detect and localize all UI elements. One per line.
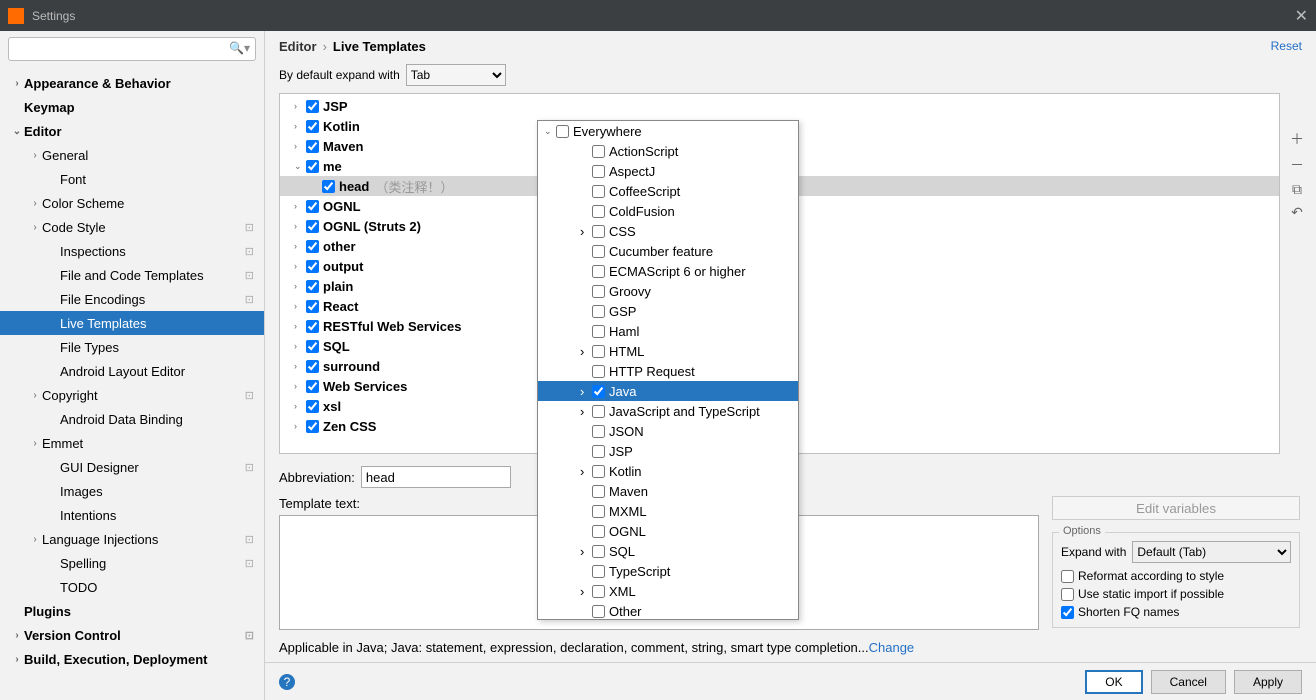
popup-item[interactable]: TypeScript bbox=[538, 561, 798, 581]
popup-item[interactable]: ›HTML bbox=[538, 341, 798, 361]
close-icon[interactable]: ✕ bbox=[1295, 6, 1308, 26]
sidebar-item[interactable]: Android Data Binding bbox=[0, 407, 264, 431]
search-input[interactable] bbox=[8, 37, 256, 61]
abbreviation-label: Abbreviation: bbox=[279, 470, 355, 485]
breadcrumb-sep: › bbox=[323, 39, 327, 54]
settings-sidebar: 🔍▾ ›Appearance & BehaviorKeymap⌄Editor›G… bbox=[0, 31, 265, 700]
reformat-checkbox[interactable] bbox=[1061, 570, 1074, 583]
popup-item[interactable]: ColdFusion bbox=[538, 201, 798, 221]
expand-with-select[interactable]: Default (Tab) bbox=[1132, 541, 1291, 563]
popup-item[interactable]: OGNL bbox=[538, 521, 798, 541]
footer: OK Cancel Apply bbox=[265, 662, 1316, 700]
everywhere-checkbox[interactable] bbox=[556, 125, 569, 138]
apply-button[interactable]: Apply bbox=[1234, 670, 1302, 694]
sidebar-item[interactable]: TODO bbox=[0, 575, 264, 599]
add-icon[interactable]: ＋ bbox=[1290, 129, 1304, 149]
sidebar-item[interactable]: ›Color Scheme bbox=[0, 191, 264, 215]
popup-item[interactable]: ›SQL bbox=[538, 541, 798, 561]
change-link[interactable]: Change bbox=[869, 640, 915, 655]
shorten-fq-checkbox[interactable] bbox=[1061, 606, 1074, 619]
chevron-down-icon: ⌄ bbox=[544, 126, 554, 137]
popup-item[interactable]: ›XML bbox=[538, 581, 798, 601]
popup-item[interactable]: ›Java bbox=[538, 381, 798, 401]
window-title: Settings bbox=[32, 9, 1295, 23]
popup-item[interactable]: Groovy bbox=[538, 281, 798, 301]
abbreviation-input[interactable] bbox=[361, 466, 511, 488]
app-icon bbox=[8, 8, 24, 24]
sidebar-item[interactable]: ›General bbox=[0, 143, 264, 167]
copy-icon[interactable]: ⧉ bbox=[1292, 181, 1302, 198]
expand-select[interactable]: Tab bbox=[406, 64, 506, 86]
sidebar-item[interactable]: GUI Designer⊡ bbox=[0, 455, 264, 479]
sidebar-item[interactable]: Images bbox=[0, 479, 264, 503]
breadcrumb-live-templates: Live Templates bbox=[333, 39, 426, 54]
edit-variables-button[interactable]: Edit variables bbox=[1052, 496, 1300, 520]
popup-item[interactable]: GSP bbox=[538, 301, 798, 321]
expand-label: By default expand with bbox=[279, 68, 400, 82]
applicable-text: Applicable in Java; Java: statement, exp… bbox=[279, 640, 869, 655]
popup-item[interactable]: ›CSS bbox=[538, 221, 798, 241]
sidebar-item[interactable]: Font bbox=[0, 167, 264, 191]
popup-item[interactable]: JSP bbox=[538, 441, 798, 461]
popup-item[interactable]: Maven bbox=[538, 481, 798, 501]
expand-row: By default expand with Tab bbox=[265, 61, 1316, 89]
popup-item[interactable]: HTTP Request bbox=[538, 361, 798, 381]
popup-item[interactable]: ›Kotlin bbox=[538, 461, 798, 481]
sidebar-item[interactable]: ›Code Style⊡ bbox=[0, 215, 264, 239]
context-popup[interactable]: ⌄ Everywhere ActionScriptAspectJCoffeeSc… bbox=[537, 120, 799, 620]
sidebar-item[interactable]: Intentions bbox=[0, 503, 264, 527]
sidebar-item[interactable]: File Types bbox=[0, 335, 264, 359]
popup-item[interactable]: AspectJ bbox=[538, 161, 798, 181]
popup-item[interactable]: MXML bbox=[538, 501, 798, 521]
breadcrumb-editor[interactable]: Editor bbox=[279, 39, 317, 54]
sidebar-item[interactable]: Android Layout Editor bbox=[0, 359, 264, 383]
sidebar-item[interactable]: ›Emmet bbox=[0, 431, 264, 455]
popup-item[interactable]: ECMAScript 6 or higher bbox=[538, 261, 798, 281]
sidebar-item[interactable]: Live Templates bbox=[0, 311, 264, 335]
sidebar-item[interactable]: ›Language Injections⊡ bbox=[0, 527, 264, 551]
popup-item[interactable]: CoffeeScript bbox=[538, 181, 798, 201]
breadcrumb: Editor › Live Templates Reset bbox=[265, 31, 1316, 61]
template-row[interactable]: ›JSP bbox=[280, 96, 1279, 116]
sidebar-item[interactable]: Inspections⊡ bbox=[0, 239, 264, 263]
sidebar-item[interactable]: ⌄Editor bbox=[0, 119, 264, 143]
right-options: Edit variables Options Expand with Defau… bbox=[1052, 496, 1300, 628]
template-side-buttons: ＋ － ⧉ ↶ bbox=[1286, 129, 1308, 221]
popup-item[interactable]: JSON bbox=[538, 421, 798, 441]
titlebar: Settings ✕ bbox=[0, 0, 1316, 31]
sidebar-item[interactable]: Plugins bbox=[0, 599, 264, 623]
popup-item[interactable]: Other bbox=[538, 601, 798, 620]
sidebar-item[interactable]: ›Appearance & Behavior bbox=[0, 71, 264, 95]
reset-link[interactable]: Reset bbox=[1271, 39, 1302, 53]
expand-with-label: Expand with bbox=[1061, 545, 1126, 559]
popup-root[interactable]: ⌄ Everywhere bbox=[538, 121, 798, 141]
sidebar-item[interactable]: ›Version Control⊡ bbox=[0, 623, 264, 647]
sidebar-item[interactable]: File Encodings⊡ bbox=[0, 287, 264, 311]
popup-item[interactable]: ›JavaScript and TypeScript bbox=[538, 401, 798, 421]
cancel-button[interactable]: Cancel bbox=[1151, 670, 1226, 694]
ok-button[interactable]: OK bbox=[1085, 670, 1142, 694]
popup-item[interactable]: Cucumber feature bbox=[538, 241, 798, 261]
options-title: Options bbox=[1059, 525, 1105, 537]
static-import-checkbox[interactable] bbox=[1061, 588, 1074, 601]
sidebar-item[interactable]: ›Build, Execution, Deployment bbox=[0, 647, 264, 671]
help-icon[interactable]: ? bbox=[279, 674, 295, 690]
applicable-row: Applicable in Java; Java: statement, exp… bbox=[265, 634, 1316, 662]
undo-icon[interactable]: ↶ bbox=[1291, 204, 1303, 221]
sidebar-item[interactable]: Keymap bbox=[0, 95, 264, 119]
sidebar-tree: ›Appearance & BehaviorKeymap⌄Editor›Gene… bbox=[0, 67, 264, 700]
popup-item[interactable]: Haml bbox=[538, 321, 798, 341]
search-icon: 🔍▾ bbox=[229, 41, 250, 55]
sidebar-item[interactable]: Spelling⊡ bbox=[0, 551, 264, 575]
sidebar-item[interactable]: ›Copyright⊡ bbox=[0, 383, 264, 407]
popup-item[interactable]: ActionScript bbox=[538, 141, 798, 161]
sidebar-item[interactable]: File and Code Templates⊡ bbox=[0, 263, 264, 287]
remove-icon[interactable]: － bbox=[1290, 155, 1304, 175]
